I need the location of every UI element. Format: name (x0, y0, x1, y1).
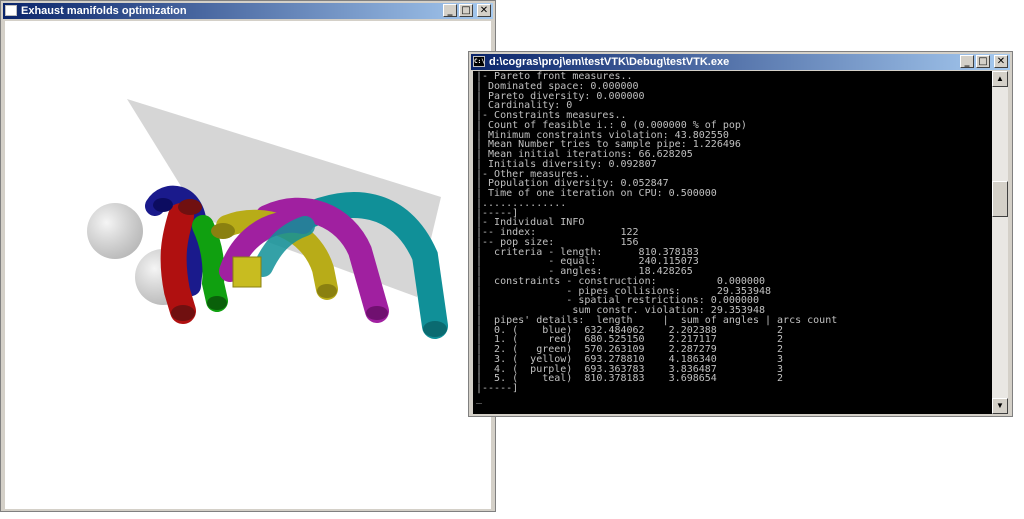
pipe-outlet-cap (207, 296, 227, 310)
render-window-titlebar[interactable]: Exhaust manifolds optimization _ □ ✕ (3, 3, 493, 19)
maximize-button[interactable]: □ (976, 55, 990, 68)
pipe-red (160, 203, 196, 324)
manifold-scene (87, 99, 448, 339)
console-titlebar[interactable]: C:\ d:\cogras\proj\em\testVTK\Debug\test… (471, 54, 1010, 70)
console-line: _ (476, 392, 483, 404)
close-button[interactable]: ✕ (477, 4, 491, 17)
console-output[interactable]: |- Pareto front measures.. | Dominated sp… (473, 71, 994, 414)
pipe-outlet-cap (366, 306, 388, 320)
window-icon (5, 5, 17, 16)
pipe-outlet-cap (317, 284, 337, 298)
console-line: |-----] (476, 383, 519, 394)
vertical-scrollbar[interactable]: ▲ ▼ (992, 71, 1008, 414)
console-window: C:\ d:\cogras\proj\em\testVTK\Debug\test… (468, 51, 1013, 417)
console-line: |.............. (476, 197, 567, 209)
render-window: Exhaust manifolds optimization _ □ ✕ (0, 0, 496, 512)
maximize-button[interactable]: □ (459, 4, 473, 17)
inlet-sphere (87, 203, 143, 259)
pipe-outlet-cap (423, 321, 447, 337)
pipe-outlet-cap (171, 305, 195, 321)
console-icon: C:\ (473, 56, 485, 67)
scroll-down-arrow-icon[interactable]: ▼ (992, 398, 1008, 414)
pipe-inlet-cap (153, 198, 173, 212)
render-window-title: Exhaust manifolds optimization (21, 5, 187, 17)
scroll-thumb[interactable] (992, 181, 1008, 217)
console-line: | 5. ( teal) 810.378183 3.698654 2 (476, 373, 784, 385)
scroll-up-arrow-icon[interactable]: ▲ (992, 71, 1008, 87)
junction-block (232, 256, 262, 288)
3d-viewport[interactable] (5, 21, 491, 509)
minimize-button[interactable]: _ (443, 4, 457, 17)
minimize-button[interactable]: _ (960, 55, 974, 68)
pipe-inlet-cap (211, 223, 235, 239)
close-button[interactable]: ✕ (994, 55, 1008, 68)
console-text: |- Pareto front measures.. | Dominated sp… (473, 71, 994, 404)
pipe-green (192, 215, 228, 312)
pipe-inlet-cap (178, 199, 202, 215)
console-title: d:\cogras\proj\em\testVTK\Debug\testVTK.… (489, 56, 730, 68)
